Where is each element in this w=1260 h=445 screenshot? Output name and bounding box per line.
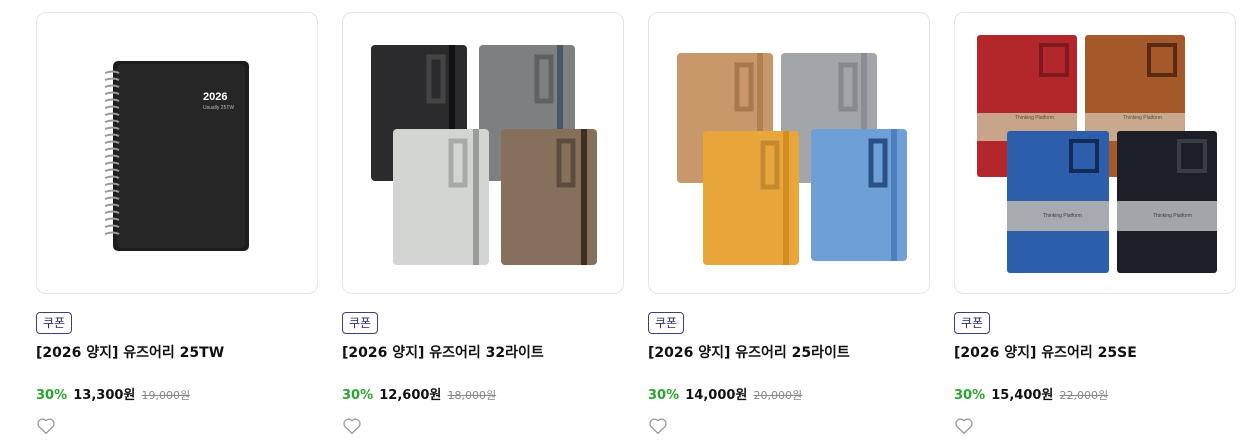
product-card[interactable]: 쿠폰 [2026 양지] 유즈어리 25라이트 30% 14,000원 20,0… xyxy=(648,12,930,435)
cover-band-text: Thinking Platform xyxy=(1043,213,1082,219)
cover-subtitle-text: Usually 25TW xyxy=(203,105,234,111)
price-row: 30% 13,300원 19,000원 xyxy=(36,384,318,403)
price-row: 30% 15,400원 22,000원 xyxy=(954,384,1236,403)
product-title[interactable]: [2026 양지] 유즈어리 32라이트 xyxy=(342,342,624,362)
original-price: 22,000원 xyxy=(1059,389,1109,402)
original-price: 19,000원 xyxy=(141,389,191,402)
discount-rate: 30% xyxy=(342,388,374,403)
price-row: 30% 12,600원 18,000원 xyxy=(342,384,624,403)
cover-band-text: Thinking Platform xyxy=(1153,213,1192,219)
coupon-badge: 쿠폰 xyxy=(648,312,685,334)
price-row: 30% 14,000원 20,000원 xyxy=(648,384,930,403)
product-image[interactable]: Thinking Platform Thinking Platform Thin… xyxy=(954,12,1236,294)
original-price: 18,000원 xyxy=(447,389,497,402)
original-price: 20,000원 xyxy=(753,389,803,402)
product-card[interactable]: Thinking Platform Thinking Platform Thin… xyxy=(954,12,1236,435)
sale-price: 14,000원 xyxy=(685,388,748,403)
cover-band-text: Thinking Platform xyxy=(1123,115,1162,121)
product-title[interactable]: [2026 양지] 유즈어리 25SE xyxy=(954,342,1236,362)
product-image[interactable] xyxy=(648,12,930,294)
heart-outline-icon[interactable] xyxy=(648,417,668,435)
heart-outline-icon[interactable] xyxy=(342,417,362,435)
cover-year-text: 2026 xyxy=(203,91,227,103)
sale-price: 12,600원 xyxy=(379,388,442,403)
coupon-badge: 쿠폰 xyxy=(36,312,73,334)
discount-rate: 30% xyxy=(954,388,986,403)
heart-outline-icon[interactable] xyxy=(954,417,974,435)
product-title[interactable]: [2026 양지] 유즈어리 25라이트 xyxy=(648,342,930,362)
cover-band-text: Thinking Platform xyxy=(1015,115,1054,121)
heart-outline-icon[interactable] xyxy=(36,417,56,435)
product-card[interactable]: 2026 Usually 25TW 쿠폰 [2026 양지] 유즈어리 25TW… xyxy=(36,12,318,435)
sale-price: 13,300원 xyxy=(73,388,136,403)
discount-rate: 30% xyxy=(648,388,680,403)
product-title[interactable]: [2026 양지] 유즈어리 25TW xyxy=(36,342,318,362)
product-card[interactable]: 쿠폰 [2026 양지] 유즈어리 32라이트 30% 12,600원 18,0… xyxy=(342,12,624,435)
discount-rate: 30% xyxy=(36,388,68,403)
sale-price: 15,400원 xyxy=(991,388,1054,403)
coupon-badge: 쿠폰 xyxy=(342,312,379,334)
product-grid: 2026 Usually 25TW 쿠폰 [2026 양지] 유즈어리 25TW… xyxy=(0,0,1260,445)
product-image[interactable]: 2026 Usually 25TW xyxy=(36,12,318,294)
product-image[interactable] xyxy=(342,12,624,294)
coupon-badge: 쿠폰 xyxy=(954,312,991,334)
